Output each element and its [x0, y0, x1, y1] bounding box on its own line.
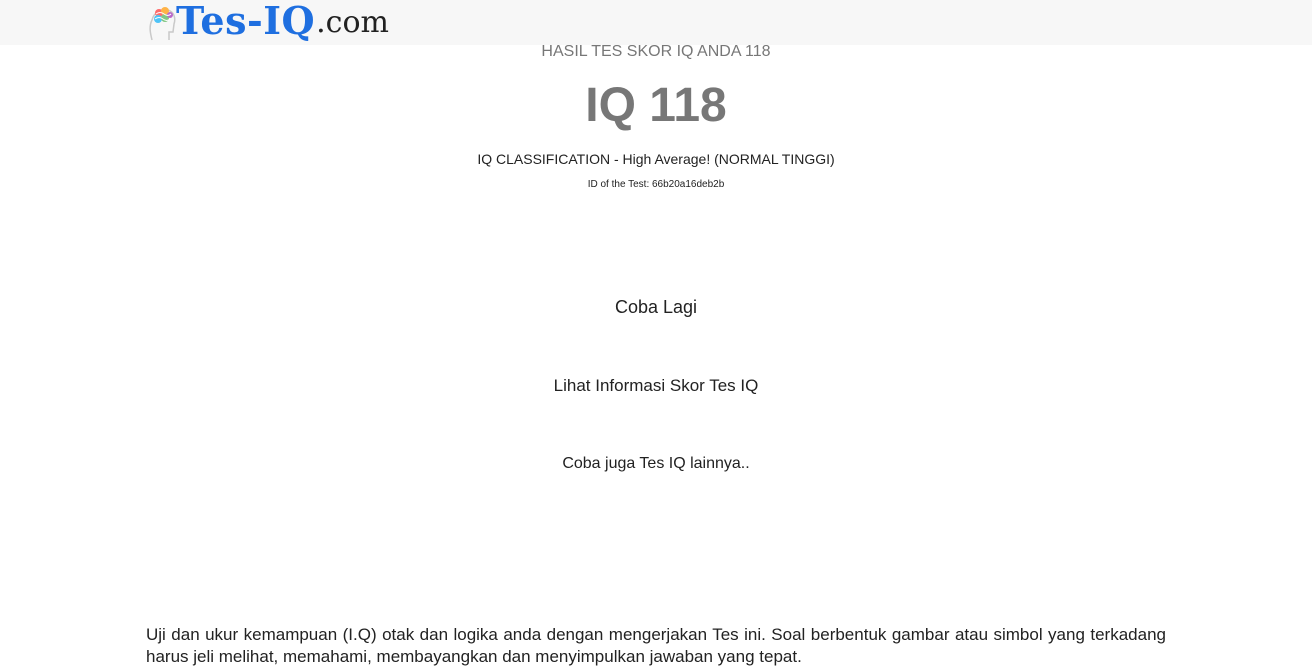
iq-info-link[interactable]: Lihat Informasi Skor Tes IQ — [554, 376, 759, 395]
logo-main-text: Tes-IQ — [176, 0, 316, 43]
retry-link[interactable]: Coba Lagi — [615, 297, 697, 317]
iq-score: IQ 118 — [585, 79, 727, 132]
other-tests-link[interactable]: Coba juga Tes IQ lainnya.. — [562, 455, 749, 472]
iq-classification: IQ CLASSIFICATION - High Average! (NORMA… — [477, 151, 835, 167]
description-text: Uji dan ukur kemampuan (I.Q) otak dan lo… — [146, 625, 1166, 666]
brain-head-icon — [149, 7, 176, 41]
result-heading: HASIL TES SKOR IQ ANDA 118 — [541, 43, 771, 60]
site-logo[interactable]: Tes-IQ .com — [146, 0, 389, 45]
test-id: ID of the Test: 66b20a16deb2b — [587, 179, 725, 190]
logo-suffix-text: .com — [316, 5, 389, 40]
retry-link-row: Coba Lagi — [0, 297, 1312, 318]
top-navbar: Tes-IQ .com — [0, 0, 1312, 45]
info-link-row: Lihat Informasi Skor Tes IQ — [0, 376, 1312, 396]
other-tests-link-row: Coba juga Tes IQ lainnya.. — [0, 455, 1312, 473]
